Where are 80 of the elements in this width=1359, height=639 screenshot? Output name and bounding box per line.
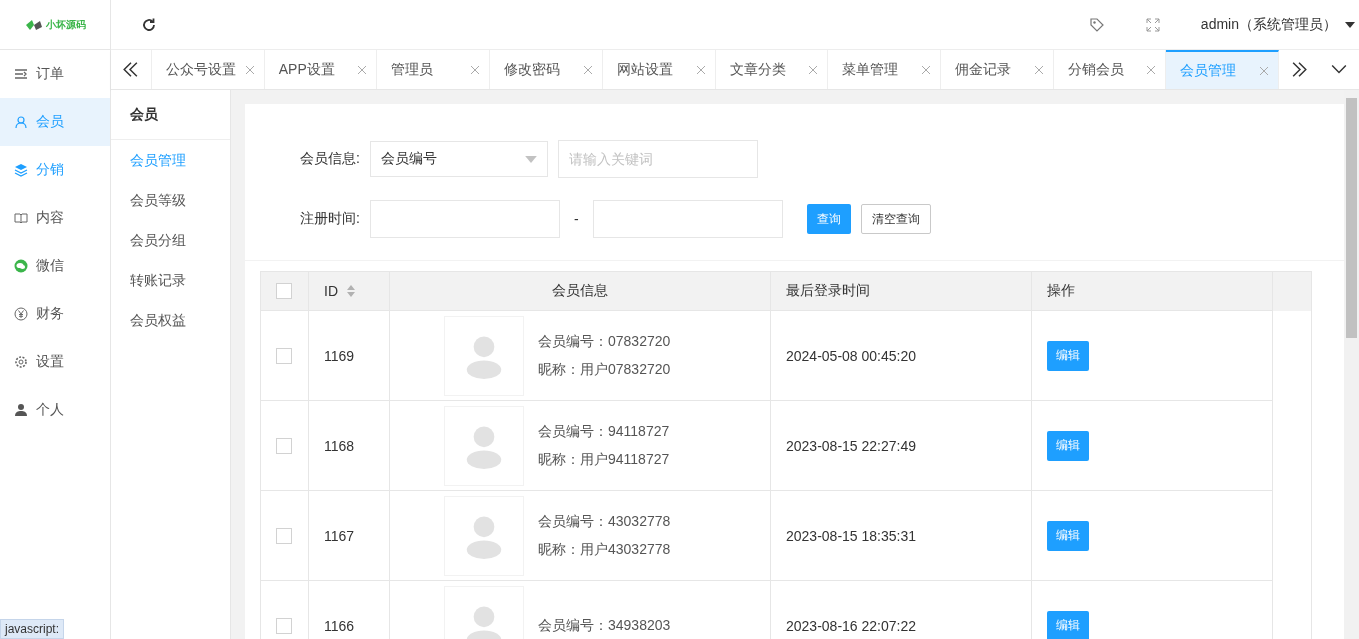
- close-icon[interactable]: [471, 65, 480, 74]
- filter-label: 会员信息:: [299, 150, 360, 168]
- table-cell: 2023-08-15 18:35:31: [786, 527, 916, 544]
- table-cell: 2024-05-08 00:45:20: [786, 347, 916, 364]
- table-cell: 2023-08-16 22:07:22: [786, 617, 916, 634]
- tab[interactable]: APP设置: [264, 50, 378, 89]
- table-cell: 1168: [324, 437, 355, 454]
- tab[interactable]: 佣金记录: [940, 50, 1054, 89]
- submenu-item[interactable]: 会员等级: [111, 180, 230, 220]
- tag-icon[interactable]: [1088, 16, 1105, 33]
- submenu-title: 会员: [111, 90, 230, 140]
- clear-button[interactable]: 清空查询: [860, 204, 931, 234]
- yen-icon: [14, 307, 28, 321]
- logo-icon: [24, 18, 43, 31]
- tab[interactable]: 管理员: [377, 50, 491, 89]
- column-header: 会员信息: [552, 282, 608, 300]
- tab[interactable]: 公众号设置: [152, 50, 265, 89]
- sidebar-item[interactable]: 订单: [0, 50, 110, 98]
- close-icon[interactable]: [1034, 65, 1043, 74]
- checkbox[interactable]: [276, 437, 292, 454]
- submenu-item[interactable]: 会员分组: [111, 220, 230, 260]
- table-cell: 1166: [324, 617, 355, 634]
- member-number: 会员编号：94118727: [538, 422, 670, 441]
- close-icon[interactable]: [1147, 65, 1156, 74]
- sidebar-item[interactable]: 内容: [0, 194, 110, 242]
- member-nickname: 昵称：用户43032778: [538, 540, 671, 559]
- keyword-field[interactable]: 请输入关键词: [558, 140, 758, 178]
- close-icon[interactable]: [809, 65, 818, 74]
- checkbox[interactable]: [276, 617, 292, 634]
- layers-icon: [14, 163, 28, 177]
- close-icon[interactable]: [583, 65, 592, 74]
- member-info-select[interactable]: 会员编号: [370, 141, 548, 177]
- member-number: 会员编号：07832720: [538, 332, 671, 351]
- close-icon[interactable]: [696, 65, 705, 74]
- refresh-icon[interactable]: [141, 16, 157, 33]
- user-icon: [14, 115, 28, 129]
- close-icon[interactable]: [1260, 66, 1269, 75]
- date-separator: -: [574, 211, 579, 227]
- sidebar-item[interactable]: 个人: [0, 386, 110, 434]
- fullscreen-icon[interactable]: [1144, 16, 1161, 33]
- tab[interactable]: 网站设置: [602, 50, 716, 89]
- chat-icon: [14, 259, 28, 273]
- submenu-item[interactable]: 转账记录: [111, 260, 230, 300]
- sort-icon[interactable]: [346, 284, 356, 298]
- caret-icon: [1345, 21, 1355, 28]
- logo-text: 小坏源码: [45, 17, 86, 32]
- close-icon[interactable]: [245, 65, 254, 74]
- checkbox[interactable]: [276, 347, 292, 364]
- submenu-item[interactable]: 会员权益: [111, 300, 230, 340]
- close-icon[interactable]: [358, 65, 367, 74]
- end-date-field[interactable]: [592, 200, 783, 238]
- column-header: 最后登录时间: [786, 282, 870, 300]
- sidebar-item[interactable]: 财务: [0, 290, 110, 338]
- book-icon: [14, 211, 28, 225]
- user-menu[interactable]: admin（系统管理员）: [1200, 15, 1359, 34]
- tab[interactable]: 文章分类: [715, 50, 829, 89]
- member-nickname: 昵称：用户07832720: [538, 360, 671, 379]
- person-icon: [14, 403, 28, 417]
- list-icon: [14, 67, 28, 81]
- checkbox[interactable]: [276, 527, 292, 544]
- start-date-field[interactable]: [370, 200, 560, 238]
- table-cell: 1167: [324, 527, 355, 544]
- sidebar-item[interactable]: 微信: [0, 242, 110, 290]
- column-header[interactable]: ID: [324, 283, 338, 299]
- checkbox[interactable]: [276, 283, 292, 299]
- filter-label: 注册时间:: [299, 210, 360, 228]
- caret-icon: [525, 155, 537, 163]
- column-header: 操作: [1047, 282, 1075, 300]
- status-bar: javascript:: [0, 619, 65, 639]
- sidebar-item[interactable]: 设置: [0, 338, 110, 386]
- tab[interactable]: 菜单管理: [828, 50, 941, 89]
- table-cell: 2023-08-15 22:27:49: [786, 437, 916, 454]
- table-cell: 1169: [324, 347, 355, 364]
- member-nickname: 昵称：用户94118727: [538, 450, 670, 469]
- tab[interactable]: 修改密码: [490, 50, 603, 89]
- close-icon[interactable]: [921, 65, 930, 74]
- scrollbar[interactable]: [1344, 90, 1359, 639]
- member-number: 会员编号：34938203: [538, 616, 671, 635]
- settings-icon: [14, 355, 28, 369]
- member-number: 会员编号：43032778: [538, 512, 671, 531]
